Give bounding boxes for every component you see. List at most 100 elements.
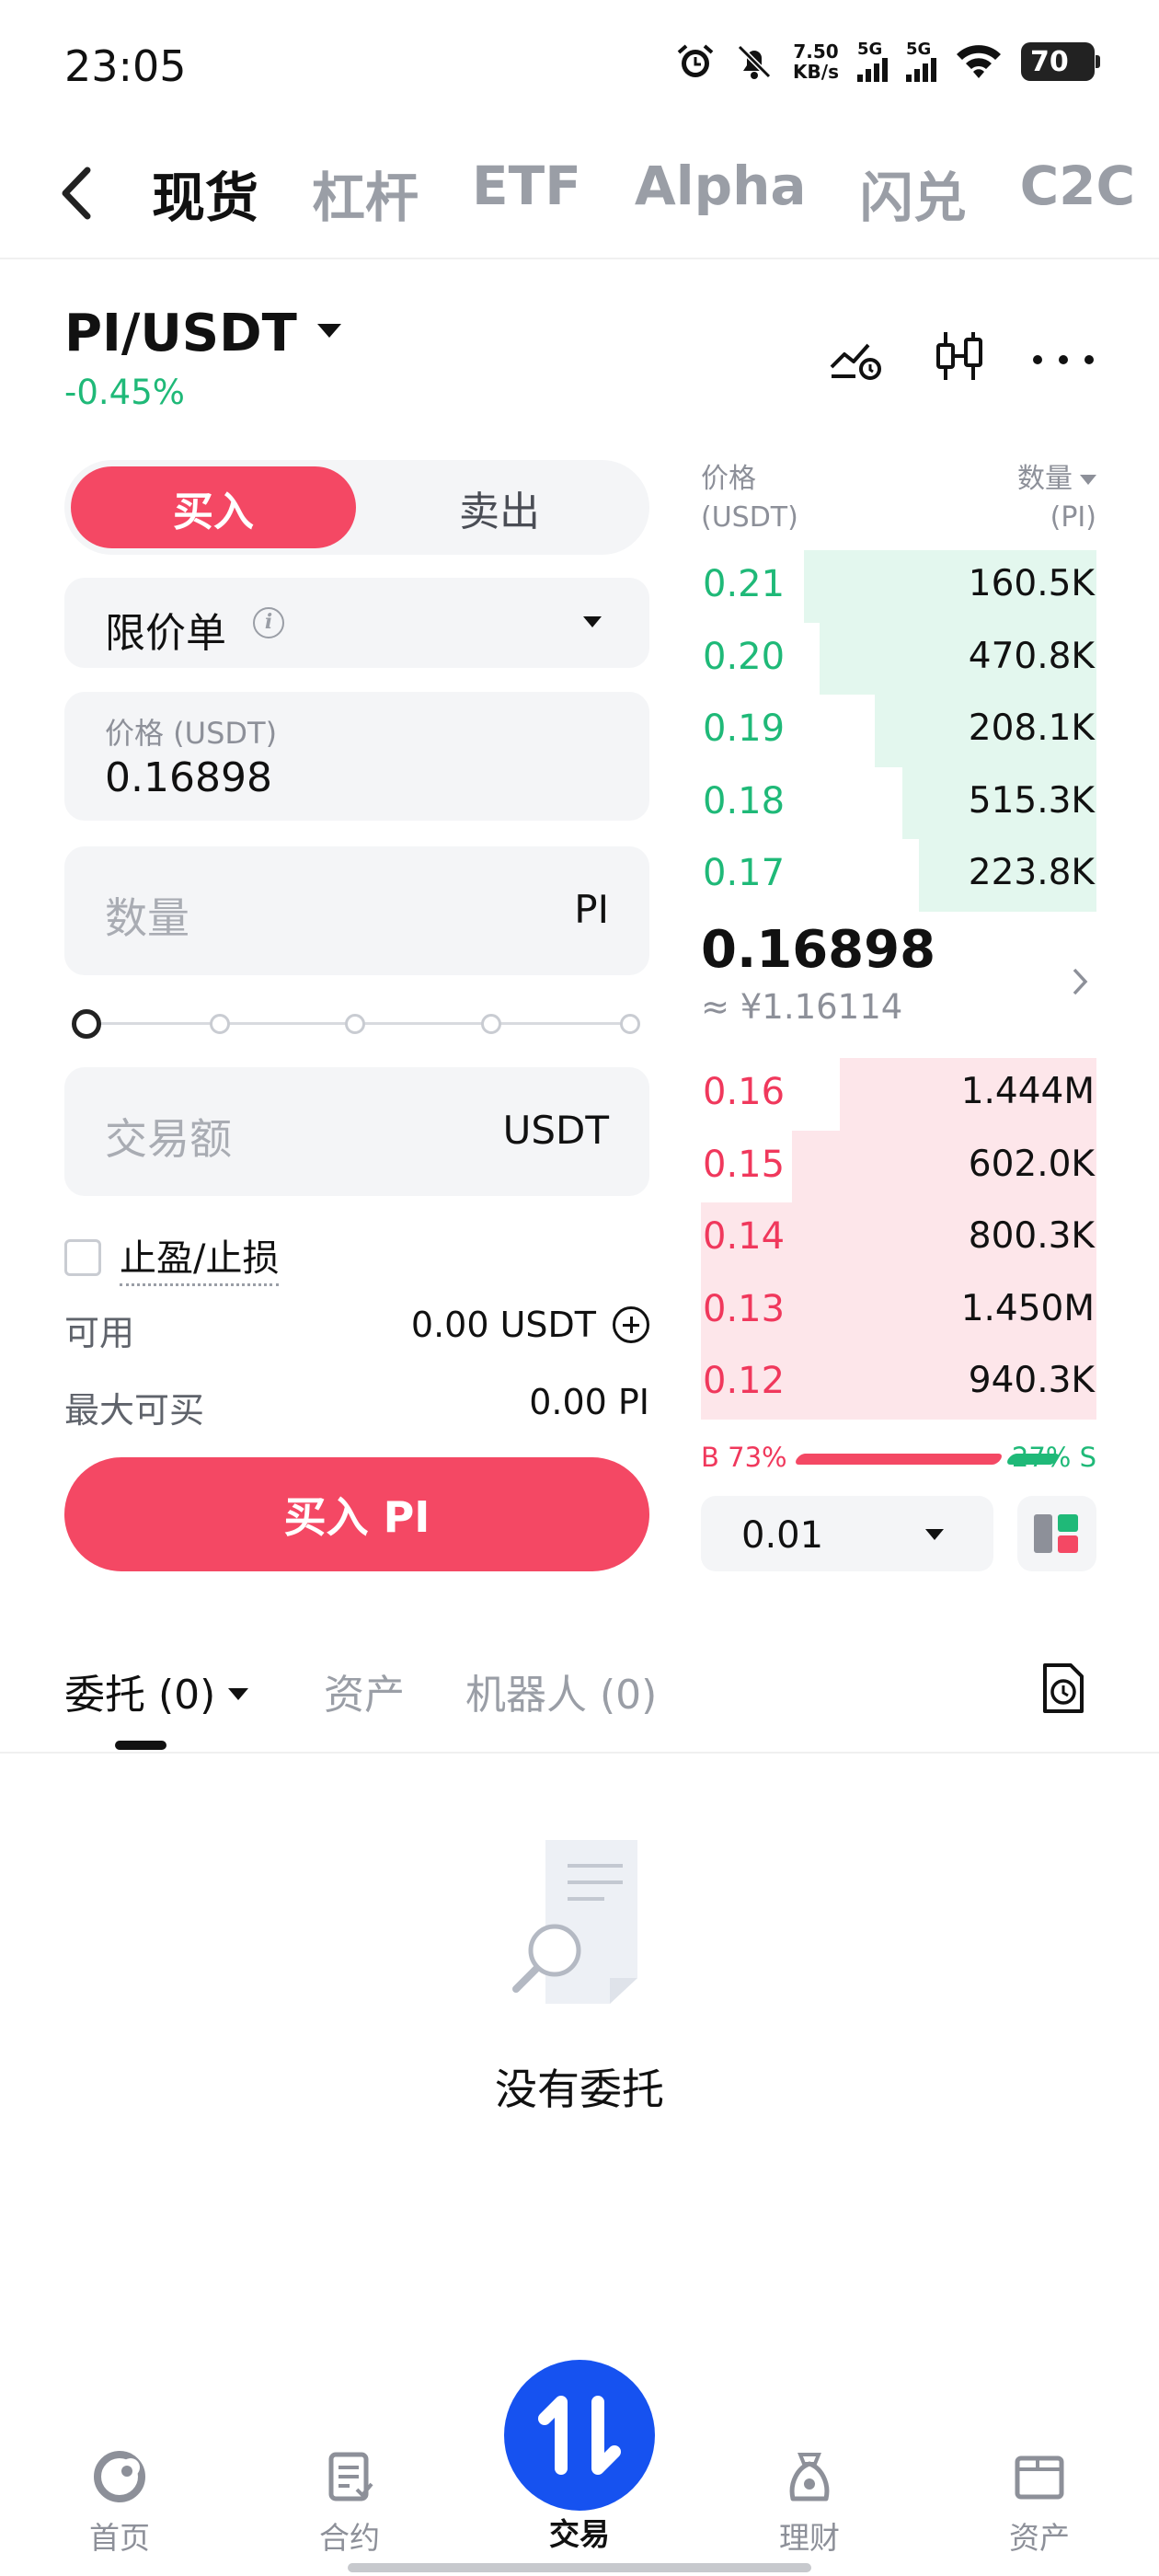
battery-icon: 70 bbox=[1021, 42, 1100, 81]
orderbook-asks: 0.21 160.5K 0.20 470.8K 0.19 208.1K 0.18 515.3K… bbox=[701, 550, 1096, 912]
add-funds-icon[interactable] bbox=[613, 1306, 649, 1343]
order-history-icon[interactable] bbox=[1039, 1662, 1087, 1715]
buy-sell-toggle: 买入 卖出 bbox=[64, 460, 649, 555]
chevron-down-icon bbox=[925, 1529, 944, 1540]
wifi-icon bbox=[957, 45, 1001, 78]
buy-tab[interactable]: 买入 bbox=[71, 466, 356, 548]
last-price-row[interactable]: 0.16898 ≈ ¥1.16114 bbox=[701, 920, 1096, 1027]
order-type-label: 限价单 bbox=[105, 610, 226, 657]
orderbook-level[interactable]: 0.17 223.8K bbox=[701, 839, 1096, 912]
amount-unit: USDT bbox=[502, 1108, 609, 1153]
tab-convert[interactable]: 闪兑 bbox=[860, 155, 967, 232]
price-change: -0.45% bbox=[64, 373, 185, 412]
tab-assets[interactable]: 资产 bbox=[324, 1662, 405, 1720]
quantity-input[interactable]: 数量 PI bbox=[64, 846, 649, 975]
net-speed-value: 7.50 bbox=[793, 40, 839, 63]
tab-margin[interactable]: 杠杆 bbox=[312, 155, 419, 232]
price-input[interactable]: 价格 (USDT) 0.16898 bbox=[64, 692, 649, 821]
tick-size-select[interactable]: 0.01 bbox=[701, 1496, 993, 1571]
buy-sell-ratio: B 73% 27% S bbox=[701, 1440, 1096, 1477]
last-price: 0.16898 bbox=[701, 920, 936, 980]
home-indicator bbox=[348, 2563, 811, 2572]
price-value[interactable]: 0.16898 bbox=[105, 754, 272, 801]
tab-open-orders[interactable]: 委托 (0) bbox=[64, 1662, 249, 1720]
price-alert-icon[interactable] bbox=[826, 327, 885, 385]
nav-earn[interactable]: 理财 bbox=[736, 2447, 883, 2558]
orderbook-level[interactable]: 0.12 940.3K bbox=[701, 1347, 1096, 1420]
nav-trade-label: 交易 bbox=[549, 2516, 610, 2552]
pair-symbol: PI/USDT bbox=[64, 304, 297, 363]
quantity-placeholder: 数量 bbox=[105, 893, 189, 943]
available-value: 0.00 USDT bbox=[410, 1305, 596, 1345]
chevron-down-icon bbox=[316, 324, 341, 339]
price-header-unit: (USDT) bbox=[701, 501, 798, 534]
status-time: 23:05 bbox=[64, 41, 187, 91]
level-quantity: 800.3K bbox=[968, 1215, 1095, 1257]
tab-etf[interactable]: ETF bbox=[472, 155, 581, 232]
level-price: 0.15 bbox=[703, 1143, 786, 1186]
nav-assets[interactable]: 资产 bbox=[966, 2447, 1113, 2558]
level-quantity: 160.5K bbox=[968, 563, 1095, 604]
tpsl-label[interactable]: 止盈/止损 bbox=[120, 1228, 280, 1286]
level-quantity: 940.3K bbox=[968, 1360, 1095, 1401]
slider-stop-25[interactable] bbox=[210, 1014, 230, 1034]
level-price: 0.12 bbox=[703, 1360, 786, 1402]
fiat-price: ≈ ¥1.16114 bbox=[701, 987, 903, 1027]
nav-home[interactable]: 首页 bbox=[46, 2447, 193, 2558]
nav-futures-label: 合约 bbox=[319, 2520, 380, 2556]
order-type-select[interactable]: 限价单 i bbox=[64, 578, 649, 668]
level-quantity: 515.3K bbox=[968, 779, 1095, 822]
orderbook-level[interactable]: 0.16 1.444M bbox=[701, 1058, 1096, 1131]
orderbook-level[interactable]: 0.18 515.3K bbox=[701, 766, 1096, 839]
tab-bots[interactable]: 机器人 (0) bbox=[465, 1662, 657, 1720]
active-tab-indicator bbox=[115, 1741, 166, 1750]
chevron-down-icon bbox=[228, 1687, 249, 1700]
orderbook-level[interactable]: 0.15 602.0K bbox=[701, 1130, 1096, 1202]
sell-tab[interactable]: 卖出 bbox=[357, 466, 642, 548]
slider-stop-100[interactable] bbox=[620, 1014, 640, 1034]
level-price: 0.18 bbox=[703, 779, 786, 822]
home-icon bbox=[94, 2451, 145, 2502]
tab-alpha[interactable]: Alpha bbox=[635, 155, 807, 232]
futures-icon bbox=[328, 2452, 373, 2501]
pair-selector[interactable]: PI/USDT bbox=[64, 304, 341, 363]
orderbook-level[interactable]: 0.13 1.450M bbox=[701, 1274, 1096, 1347]
buy-submit-button[interactable]: 买入 PI bbox=[64, 1457, 649, 1571]
tab-c2c[interactable]: C2C bbox=[1020, 155, 1136, 232]
level-price: 0.13 bbox=[703, 1287, 786, 1330]
buy-ratio-bar bbox=[793, 1454, 1004, 1465]
chevron-down-icon bbox=[1080, 475, 1096, 485]
trade-fab-button[interactable] bbox=[504, 2360, 655, 2511]
tpsl-toggle[interactable]: 止盈/止损 bbox=[64, 1228, 280, 1286]
level-price: 0.19 bbox=[703, 707, 786, 750]
amount-input[interactable]: 交易额 USDT bbox=[64, 1067, 649, 1196]
level-quantity: 223.8K bbox=[968, 852, 1095, 893]
quantity-unit: PI bbox=[574, 887, 609, 932]
trade-icon bbox=[538, 2396, 621, 2475]
slider-stop-75[interactable] bbox=[481, 1014, 501, 1034]
empty-state-text: 没有委托 bbox=[495, 2064, 664, 2114]
status-bar: 23:05 7.50 KB/s 5G 5G 70 bbox=[0, 0, 1159, 138]
tick-size-value: 0.01 bbox=[741, 1514, 824, 1557]
orderbook-layout-button[interactable] bbox=[1017, 1496, 1096, 1571]
orderbook-level[interactable]: 0.21 160.5K bbox=[701, 550, 1096, 623]
slider-handle[interactable] bbox=[72, 1009, 101, 1039]
nav-home-label: 首页 bbox=[89, 2520, 150, 2556]
orderbook-level[interactable]: 0.20 470.8K bbox=[701, 622, 1096, 695]
qty-header[interactable]: 数量 (PI) bbox=[1017, 460, 1096, 537]
layout-icon bbox=[1034, 1514, 1078, 1553]
info-icon[interactable]: i bbox=[253, 607, 284, 638]
slider-stop-50[interactable] bbox=[345, 1014, 365, 1034]
more-icon[interactable] bbox=[1030, 327, 1096, 385]
max-buy-row: 最大可买 0.00 PI bbox=[64, 1382, 649, 1431]
candlestick-icon[interactable] bbox=[931, 327, 990, 385]
back-icon[interactable] bbox=[51, 161, 106, 225]
orderbook-level[interactable]: 0.14 800.3K bbox=[701, 1202, 1096, 1275]
tpsl-checkbox[interactable] bbox=[64, 1238, 101, 1276]
price-label: 价格 (USDT) bbox=[105, 716, 278, 751]
orderbook-level[interactable]: 0.19 208.1K bbox=[701, 695, 1096, 767]
tab-spot[interactable]: 现货 bbox=[152, 155, 258, 232]
net-speed: 7.50 KB/s bbox=[793, 41, 839, 82]
amount-slider[interactable] bbox=[72, 1009, 642, 1039]
nav-futures[interactable]: 合约 bbox=[276, 2447, 423, 2558]
